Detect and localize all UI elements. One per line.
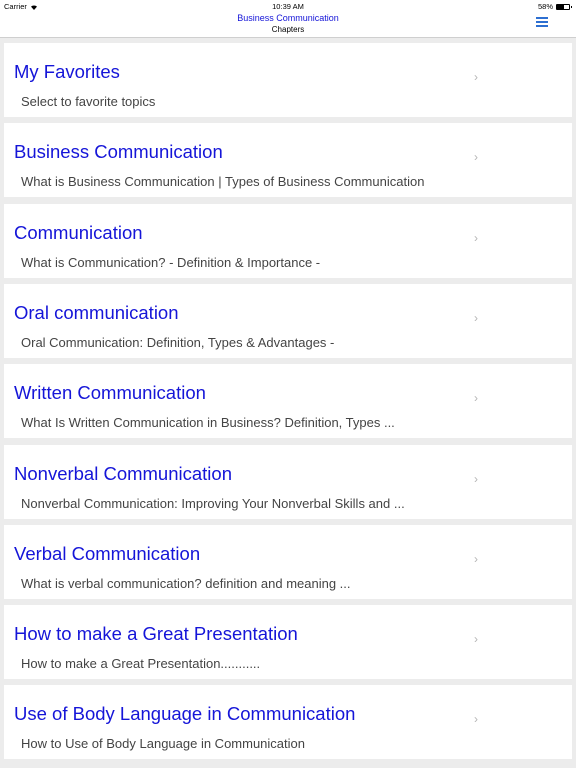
chapter-title: How to make a Great Presentation [14, 623, 298, 645]
chapter-title: Communication [14, 221, 143, 243]
chapter-row[interactable]: Written Communication What Is Written Com… [4, 364, 572, 439]
clock: 10:39 AM [272, 2, 304, 11]
chapter-subtitle: What is Communication? - Definition & Im… [21, 254, 321, 270]
chapter-subtitle: What is Business Communication | Types o… [21, 174, 425, 190]
chevron-right-icon: › [474, 230, 478, 245]
chapter-row[interactable]: How to make a Great Presentation How to m… [4, 605, 572, 680]
chevron-right-icon: › [474, 712, 478, 727]
chapter-subtitle: Nonverbal Communication: Improving Your … [21, 495, 405, 511]
favorites-row[interactable]: My Favorites Select to favorite topics › [4, 43, 572, 117]
battery-icon [556, 3, 572, 10]
chapter-subtitle: What Is Written Communication in Busines… [21, 415, 395, 431]
chevron-right-icon: › [474, 310, 478, 325]
chevron-right-icon: › [474, 150, 478, 165]
chapter-row[interactable]: Verbal Communication What is verbal commu… [4, 524, 572, 599]
chapter-row[interactable]: Oral communication Oral Communication: De… [4, 283, 572, 358]
chapter-subtitle: What is verbal communication? definition… [21, 575, 351, 591]
chevron-right-icon: › [474, 551, 478, 566]
chapter-title: Nonverbal Communication [14, 462, 232, 484]
chapter-title: Written Communication [14, 382, 206, 404]
nav-subtitle: Chapters [271, 25, 305, 34]
status-bar: Carrier 10:39 AM 58% [0, 0, 576, 12]
chapter-subtitle: Oral Communication: Definition, Types & … [21, 334, 335, 350]
chapter-title: My Favorites [14, 61, 120, 82]
chapter-subtitle: How to Use of Body Language in Communica… [21, 736, 305, 752]
chapter-subtitle: Select to favorite topics [21, 94, 156, 109]
chapter-title: Use of Body Language in Communication [14, 703, 356, 725]
chapter-row[interactable]: Communication What is Communication? - De… [4, 203, 572, 278]
chevron-right-icon: › [474, 632, 478, 647]
chapter-row[interactable]: Nonverbal Communication Nonverbal Communi… [4, 444, 572, 519]
chapter-subtitle: How to make a Great Presentation........… [21, 656, 261, 672]
battery-fill [557, 4, 564, 9]
battery-percent: 58% [537, 2, 553, 11]
chapter-title: Oral communication [14, 301, 179, 323]
hamburger-menu-icon[interactable] [536, 16, 548, 28]
chapter-row[interactable]: Business Communication What is Business C… [4, 123, 572, 198]
chapter-row[interactable]: Use of Body Language in Communication How… [4, 685, 572, 760]
nav-title: Business Communication [237, 13, 339, 23]
navigation-bar: Business Communication Chapters [0, 12, 576, 38]
chevron-right-icon: › [474, 471, 478, 486]
chevron-right-icon: › [474, 391, 478, 406]
battery-indicator: 58% [537, 2, 572, 11]
chapter-title: Verbal Communication [14, 542, 201, 564]
chapter-title: Business Communication [14, 141, 223, 163]
chevron-right-icon: › [474, 70, 478, 84]
